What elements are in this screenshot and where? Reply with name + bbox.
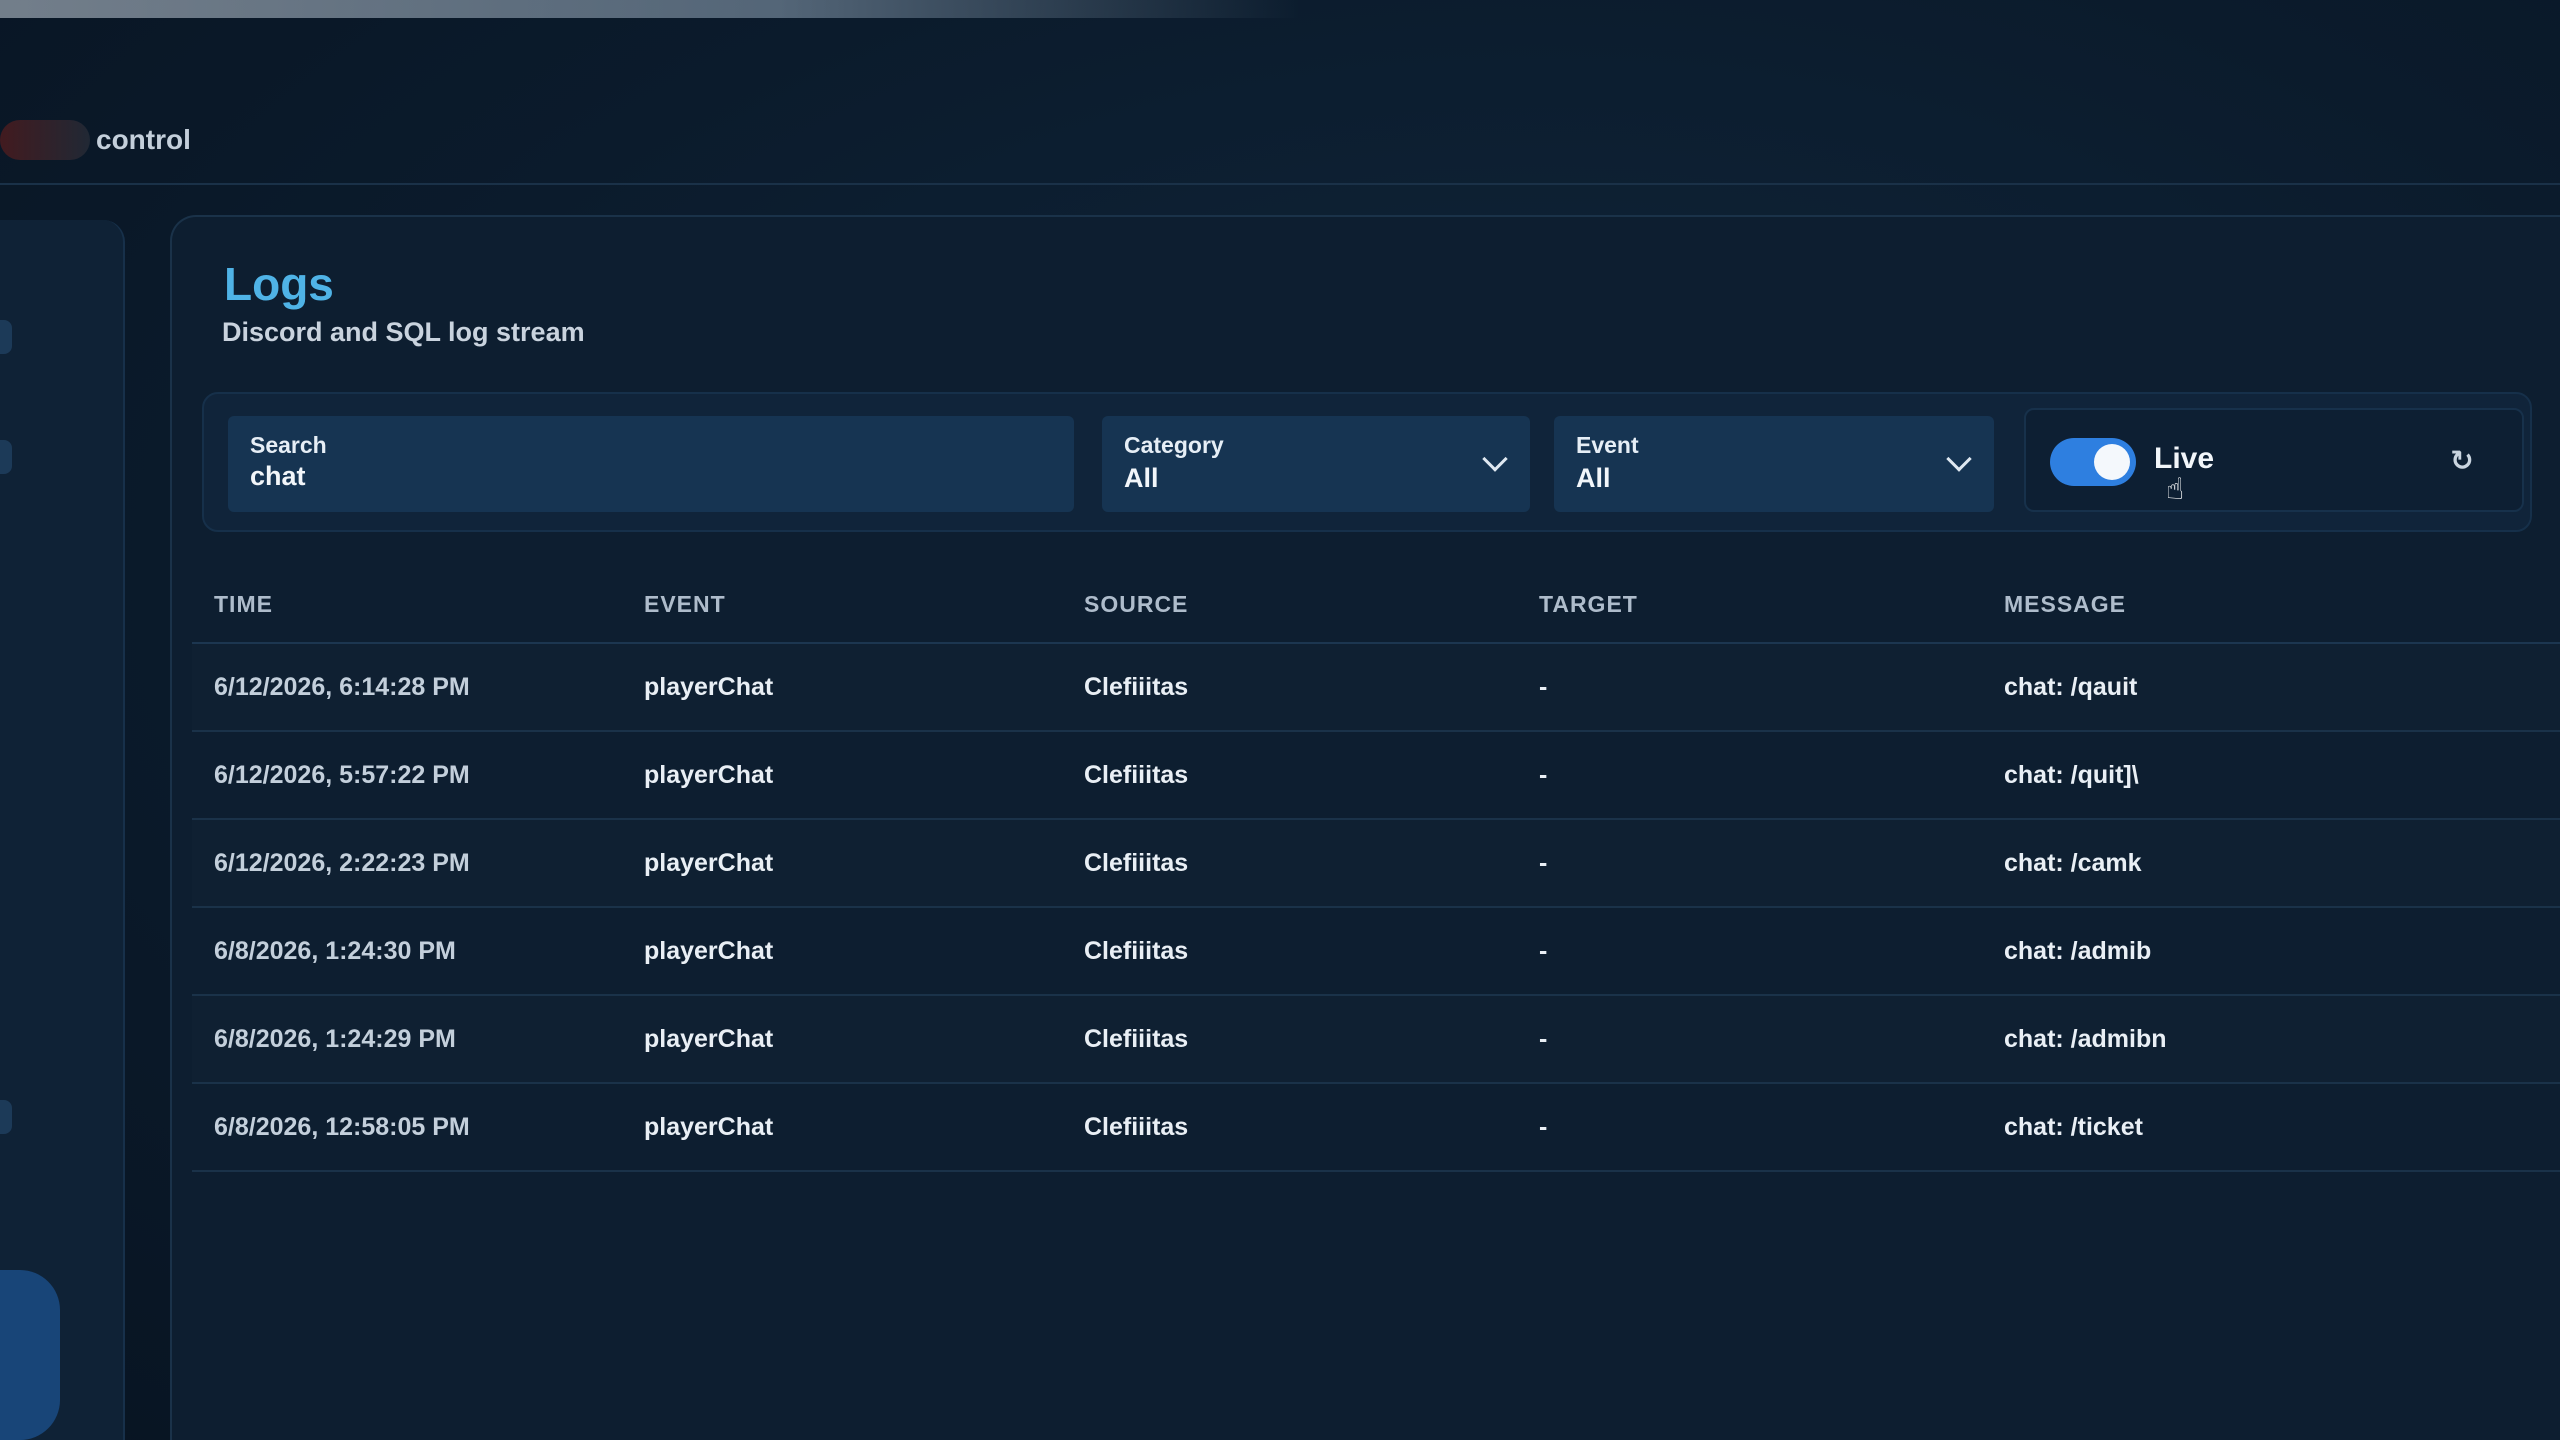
source-cell: Clefiiitas [1062, 1083, 1517, 1172]
source-cell: Clefiiitas [1062, 731, 1517, 820]
logs-panel: Logs Discord and SQL log stream Search C… [170, 215, 2560, 1440]
brand[interactable]: control [0, 120, 191, 160]
sidebar-active-indicator[interactable] [0, 1270, 60, 1440]
event-value: All [1576, 463, 1611, 493]
sidebar-item[interactable] [0, 320, 12, 354]
table-row[interactable]: 6/12/2026, 2:22:23 PM playerChat Clefiii… [192, 819, 2560, 908]
message-cell: chat: /admibn [1982, 995, 2560, 1084]
category-select[interactable]: Category All [1102, 416, 1530, 512]
table-row[interactable]: 6/8/2026, 12:58:05 PM playerChat Clefiii… [192, 1083, 2560, 1172]
category-value: All [1124, 463, 1159, 493]
event-cell: playerChat [622, 819, 1062, 908]
filter-bar: Search Category All Event All Live ☝ [202, 392, 2532, 532]
column-header-time[interactable]: TIME [192, 567, 622, 644]
log-table: TIME EVENT SOURCE TARGET MESSAGE 6/12/20… [192, 567, 2560, 1172]
sidebar [0, 220, 125, 1440]
message-cell: chat: /qauit [1982, 643, 2560, 732]
table-row[interactable]: 6/12/2026, 5:57:22 PM playerChat Clefiii… [192, 731, 2560, 820]
event-cell: playerChat [622, 995, 1062, 1084]
column-header-message[interactable]: MESSAGE [1982, 567, 2560, 644]
top-bar: control [0, 0, 2560, 185]
time-cell: 6/8/2026, 1:24:30 PM [192, 907, 622, 996]
event-cell: playerChat [622, 731, 1062, 820]
toggle-knob [2094, 444, 2130, 480]
message-cell: chat: /camk [1982, 819, 2560, 908]
time-cell: 6/8/2026, 12:58:05 PM [192, 1083, 622, 1172]
source-cell: Clefiiitas [1062, 643, 1517, 732]
hand-cursor-icon: ☝ [2166, 473, 2185, 506]
time-cell: 6/8/2026, 1:24:29 PM [192, 995, 622, 1084]
live-label: Live [2154, 442, 2215, 475]
event-select[interactable]: Event All [1554, 416, 1994, 512]
column-header-source[interactable]: SOURCE [1062, 567, 1517, 644]
time-cell: 6/12/2026, 5:57:22 PM [192, 731, 622, 820]
top-bar-glow [0, 0, 1300, 18]
column-header-event[interactable]: EVENT [622, 567, 1062, 644]
message-cell: chat: /ticket [1982, 1083, 2560, 1172]
target-cell: - [1517, 819, 1982, 908]
target-cell: - [1517, 907, 1982, 996]
search-input[interactable] [250, 461, 1030, 492]
event-cell: playerChat [622, 1083, 1062, 1172]
page-subtitle: Discord and SQL log stream [222, 317, 585, 347]
table-row[interactable]: 6/8/2026, 1:24:30 PM playerChat Clefiiit… [192, 907, 2560, 996]
time-cell: 6/12/2026, 2:22:23 PM [192, 819, 622, 908]
message-cell: chat: /admib [1982, 907, 2560, 996]
source-cell: Clefiiitas [1062, 907, 1517, 996]
app-window: control Logs Discord and SQL log stream … [0, 0, 2560, 1440]
search-field[interactable]: Search [228, 416, 1074, 512]
event-label: Event [1576, 432, 1639, 458]
table-row[interactable]: 6/12/2026, 6:14:28 PM playerChat Clefiii… [192, 643, 2560, 732]
table-row[interactable]: 6/8/2026, 1:24:29 PM playerChat Clefiiit… [192, 995, 2560, 1084]
source-cell: Clefiiitas [1062, 819, 1517, 908]
refresh-icon: ↻ [2450, 444, 2474, 476]
live-control: Live ☝ ↻ [2024, 408, 2524, 512]
target-cell: - [1517, 995, 1982, 1084]
sidebar-item[interactable] [0, 440, 12, 474]
table-header-row: TIME EVENT SOURCE TARGET MESSAGE [192, 567, 2560, 644]
column-header-target[interactable]: TARGET [1517, 567, 1982, 644]
event-cell: playerChat [622, 643, 1062, 732]
page-title: Logs [224, 258, 334, 310]
refresh-button[interactable]: ↻ [2442, 440, 2482, 480]
search-label: Search [250, 432, 327, 458]
target-cell: - [1517, 643, 1982, 732]
brand-logo-icon [0, 120, 90, 160]
sidebar-item[interactable] [0, 1100, 12, 1134]
target-cell: - [1517, 731, 1982, 820]
category-label: Category [1124, 432, 1224, 458]
brand-label: control [96, 124, 191, 155]
event-cell: playerChat [622, 907, 1062, 996]
message-cell: chat: /quit]\ [1982, 731, 2560, 820]
target-cell: - [1517, 1083, 1982, 1172]
live-toggle[interactable] [2050, 438, 2136, 486]
time-cell: 6/12/2026, 6:14:28 PM [192, 643, 622, 732]
source-cell: Clefiiitas [1062, 995, 1517, 1084]
